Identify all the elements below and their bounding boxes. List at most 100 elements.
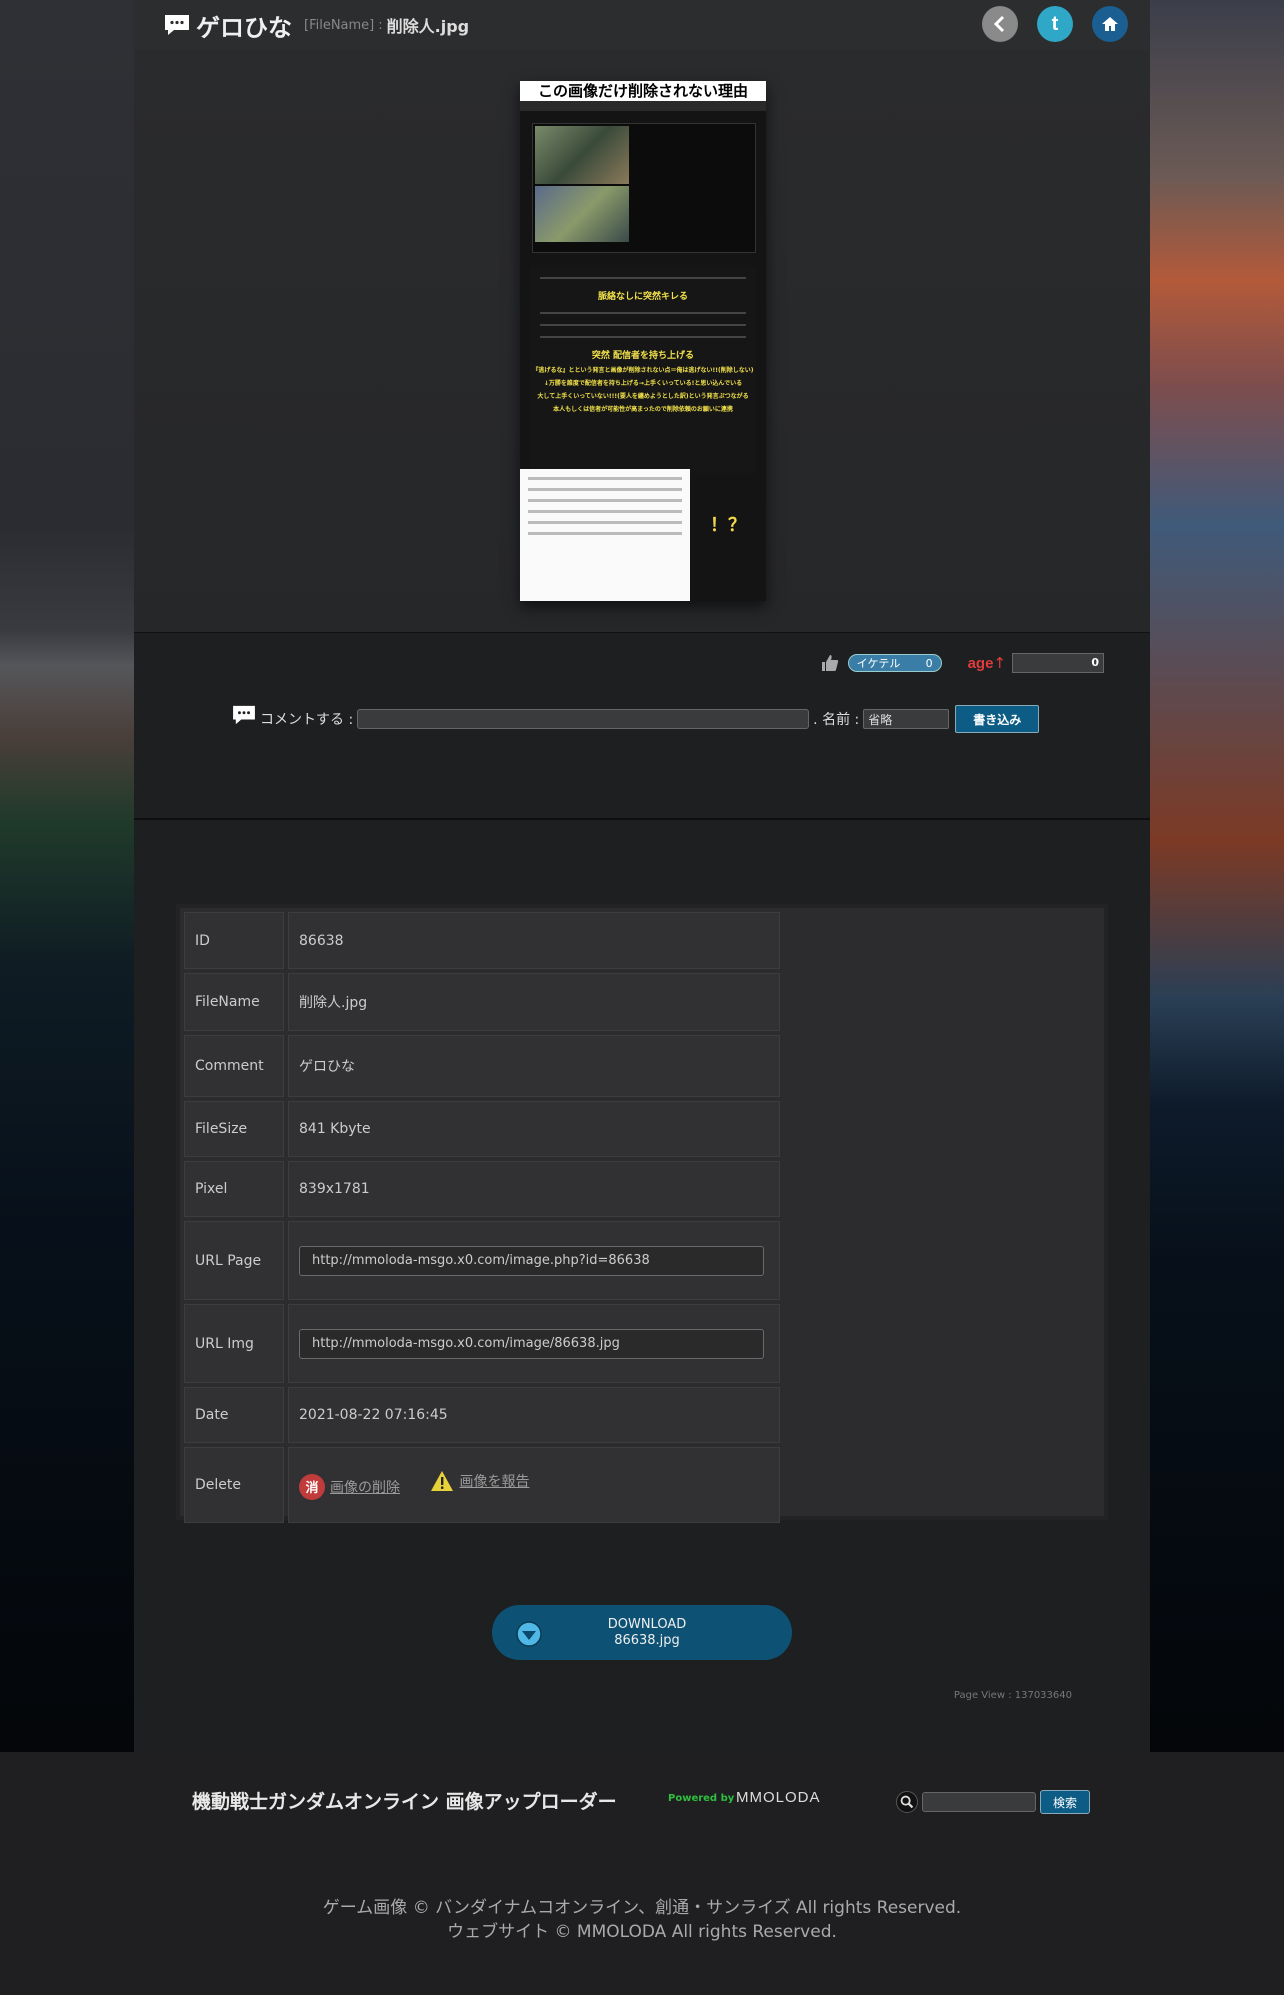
age-label[interactable]: age xyxy=(968,655,994,672)
info-key: Comment xyxy=(184,1035,284,1097)
mmoloda-logo[interactable]: MMOLODA xyxy=(736,1789,821,1806)
table-row: URL Page http://mmoloda-msgo.x0.com/imag… xyxy=(184,1221,780,1300)
download-text: DOWNLOAD 86638.jpg xyxy=(492,1617,792,1649)
name-label: . 名前 : xyxy=(813,712,860,728)
preview-line xyxy=(528,499,682,502)
info-panel: ID 86638 FileName 削除人.jpg Comment ゲロひな F… xyxy=(176,904,1108,1523)
filename-sep: : xyxy=(378,17,383,33)
preview-tweet xyxy=(520,469,690,601)
table-row: ID 86638 xyxy=(184,912,780,969)
preview-caption: ↓万勝を誰度で配信者を持ち上げる→上手くいっている!と思い込んでいる xyxy=(543,380,743,387)
info-table: ID 86638 FileName 削除人.jpg Comment ゲロひな F… xyxy=(180,908,784,1527)
preview-line xyxy=(528,477,682,480)
table-row: Pixel 839x1781 xyxy=(184,1161,780,1217)
download-button[interactable]: DOWNLOAD 86638.jpg xyxy=(492,1605,792,1660)
url-img-field[interactable]: http://mmoloda-msgo.x0.com/image/86638.j… xyxy=(299,1328,764,1359)
info-key: Pixel xyxy=(184,1161,284,1217)
footer-search: 検索 xyxy=(896,1790,1090,1814)
image-preview[interactable]: この画像だけ削除されない理由 脈絡なしに突然キレる 突然 配信者を持ち上げる 『… xyxy=(520,81,766,601)
search-input[interactable] xyxy=(922,1792,1036,1812)
url-page-field[interactable]: http://mmoloda-msgo.x0.com/image.php?id=… xyxy=(299,1245,764,1276)
back-icon[interactable] xyxy=(982,6,1018,42)
like-label: イケテル xyxy=(856,657,901,670)
comment-bubble-icon xyxy=(233,705,255,725)
preview-line xyxy=(528,532,682,535)
preview-thread: 脈絡なしに突然キレる 突然 配信者を持ち上げる 『逃げるな』とという発言と画像が… xyxy=(530,267,756,473)
age-count: 0 xyxy=(1012,653,1104,673)
controls: イケテル 0 age ↑ 0 コメントする : . 名前 : 書き込み xyxy=(134,633,1150,818)
footer-title[interactable]: 機動戦士ガンダムオンライン 画像アップローダー xyxy=(192,1787,617,1814)
main-panel: ゲロひな [FileName] : 削除人.jpg t この画像だけ削除されない… xyxy=(134,0,1150,1752)
preview-line xyxy=(528,488,682,491)
preview-line xyxy=(540,312,746,314)
preview-line xyxy=(540,336,746,338)
info-value: http://mmoloda-msgo.x0.com/image/86638.j… xyxy=(288,1304,780,1383)
info-key: URL Page xyxy=(184,1221,284,1300)
comment-label: コメントする : xyxy=(260,712,354,728)
thumbs-up-icon[interactable] xyxy=(820,653,840,673)
table-row: FileName 削除人.jpg xyxy=(184,973,780,1031)
name-input[interactable] xyxy=(863,709,950,729)
image-area: この画像だけ削除されない理由 脈絡なしに突然キレる 突然 配信者を持ち上げる 『… xyxy=(134,50,1150,633)
preview-exclaim: ！？ xyxy=(710,515,746,536)
info-value: 841 Kbyte xyxy=(288,1101,780,1157)
delete-image-link[interactable]: 消 画像の削除 xyxy=(299,1473,400,1500)
powered-by-label: Powered by xyxy=(668,1793,735,1804)
page-title: ゲロひな xyxy=(196,13,292,42)
preview-caption: 本人もしくは信者が可能性が高まったので削除依頼のお願いに連携 xyxy=(553,406,733,413)
table-row: URL Img http://mmoloda-msgo.x0.com/image… xyxy=(184,1304,780,1383)
home-icon[interactable] xyxy=(1092,6,1128,42)
download-line2: 86638.jpg xyxy=(614,1633,680,1648)
preview-screenshot xyxy=(532,123,756,253)
table-row: Date 2021-08-22 07:16:45 xyxy=(184,1387,780,1443)
delete-link-text: 画像の削除 xyxy=(330,1479,400,1496)
copyright: ゲーム画像 © バンダイナムコオンライン、創通・サンライズ All rights… xyxy=(0,1896,1284,1944)
background-right xyxy=(1150,0,1284,1752)
info-value: 消 画像の削除 画像を報告 xyxy=(288,1447,780,1523)
copyright-line: ウェブサイト © MMOLODA All rights Reserved. xyxy=(447,1922,837,1942)
info-value: 86638 xyxy=(288,912,780,969)
filename-value: 削除人.jpg xyxy=(386,17,470,36)
filename-label: [FileName] xyxy=(304,17,375,33)
preview-thumb xyxy=(535,126,629,184)
preview-caption: 脈絡なしに突然キレる xyxy=(597,292,688,302)
delete-icon: 消 xyxy=(299,1473,325,1500)
info-key: Delete xyxy=(184,1447,284,1523)
info-key: FileSize xyxy=(184,1101,284,1157)
like-button[interactable]: イケテル 0 xyxy=(847,654,942,672)
preview-line xyxy=(528,510,682,513)
info-value: http://mmoloda-msgo.x0.com/image.php?id=… xyxy=(288,1221,780,1300)
info-value: ゲロひな xyxy=(288,1035,780,1097)
preview-line xyxy=(540,324,746,326)
page-header: ゲロひな [FileName] : 削除人.jpg t xyxy=(134,0,1150,50)
age-arrow-icon: ↑ xyxy=(993,654,1006,672)
footer: 機動戦士ガンダムオンライン 画像アップローダー Powered by MMOLO… xyxy=(0,1752,1284,1995)
preview-line xyxy=(540,277,746,279)
preview-title: この画像だけ削除されない理由 xyxy=(520,81,766,101)
comment-form: コメントする : . 名前 : 書き込み xyxy=(232,705,1040,733)
info-key: URL Img xyxy=(184,1304,284,1383)
info-key: FileName xyxy=(184,973,284,1031)
table-row: Comment ゲロひな xyxy=(184,1035,780,1097)
download-line1: DOWNLOAD xyxy=(607,1617,687,1632)
preview-thumb xyxy=(535,186,629,242)
background-left xyxy=(0,0,134,1752)
search-icon xyxy=(896,1791,918,1813)
preview-caption: 突然 配信者を持ち上げる xyxy=(591,351,695,361)
info-key: Date xyxy=(184,1387,284,1443)
info-key: ID xyxy=(184,912,284,969)
page-view-count: Page View : 137033640 xyxy=(953,1690,1072,1701)
info-value: 2021-08-22 07:16:45 xyxy=(288,1387,780,1443)
twitter-icon[interactable]: t xyxy=(1037,6,1073,42)
report-image-link[interactable]: 画像を報告 xyxy=(430,1470,529,1492)
header-icons: t xyxy=(982,6,1128,42)
section-divider xyxy=(134,818,1150,820)
info-value: 削除人.jpg xyxy=(288,973,780,1031)
comment-input[interactable] xyxy=(357,709,810,729)
search-button[interactable]: 検索 xyxy=(1040,1790,1090,1814)
info-value: 839x1781 xyxy=(288,1161,780,1217)
submit-button[interactable]: 書き込み xyxy=(955,705,1040,733)
reaction-row: イケテル 0 age ↑ 0 xyxy=(820,653,1104,673)
copyright-line: ゲーム画像 © バンダイナムコオンライン、創通・サンライズ All rights… xyxy=(322,1898,962,1918)
like-count: 0 xyxy=(925,656,933,670)
